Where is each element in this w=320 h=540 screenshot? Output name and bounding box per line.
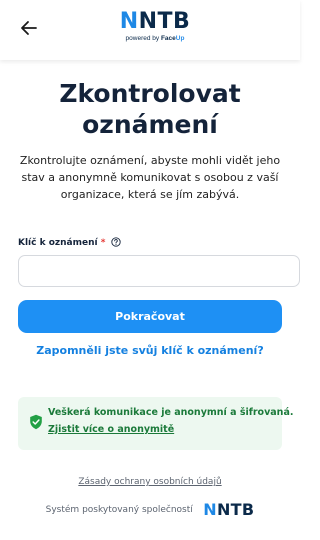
powered-by: powered by FaceUp: [110, 35, 200, 42]
back-arrow-icon[interactable]: [18, 17, 40, 39]
notice-text: Veškerá komunikace je anonymní a šifrova…: [48, 407, 294, 418]
logo-wordmark: NNTB: [110, 10, 200, 34]
footer-logo-rest: NTB: [216, 500, 255, 519]
intro-text: Zkontrolujte oznámení, abyste mohli vidě…: [19, 154, 281, 201]
powered-prefix: powered by: [125, 35, 160, 42]
logo-first-letter: N: [119, 9, 139, 34]
anonymity-notice: Veškerá komunikace je anonymní a šifrova…: [18, 397, 293, 450]
footer-logo-first-letter: N: [203, 500, 217, 519]
provided-by-text: Systém poskytovaný společností: [45, 504, 193, 515]
page-title: Zkontrolovat oznámení: [59, 79, 241, 139]
powered-brand-suffix: Up: [175, 35, 185, 42]
top-bar: NNTB powered by FaceUp: [0, 0, 300, 60]
nntb-logo: NNTB powered by FaceUp: [110, 10, 200, 46]
anonymity-info-link[interactable]: Zjistit více o anonymitě: [48, 424, 174, 435]
footer-nntb-logo: NNTB: [203, 500, 254, 519]
logo-rest: NTB: [138, 9, 191, 34]
forgot-key-link[interactable]: Zapomněli jste svůj klíč k oznámení?: [0, 344, 300, 357]
continue-button[interactable]: Pokračovat: [18, 300, 282, 333]
key-label-text: Klíč k oznámení: [18, 238, 98, 248]
footer: Systém poskytovaný společností NNTB: [0, 500, 300, 520]
shield-check-icon: [29, 414, 43, 435]
report-key-input[interactable]: [18, 255, 300, 287]
key-field-label: Klíč k oznámení *: [18, 237, 121, 250]
required-mark: *: [100, 238, 106, 248]
privacy-policy-link[interactable]: Zásady ochrany osobních údajů: [0, 477, 300, 487]
powered-brand: Face: [160, 35, 176, 42]
help-question-icon[interactable]: [110, 237, 121, 250]
